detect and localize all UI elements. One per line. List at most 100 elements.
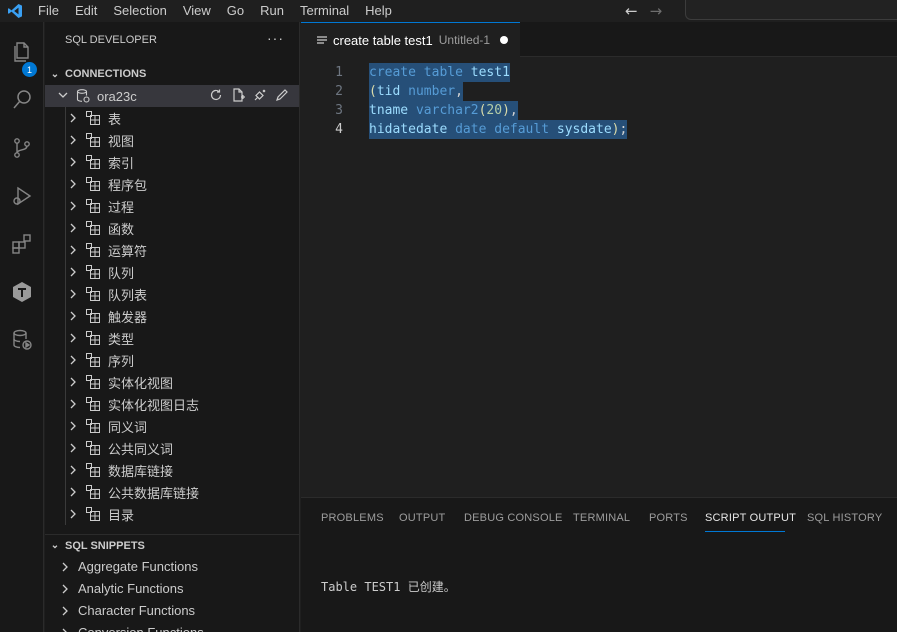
menu-item-selection[interactable]: Selection xyxy=(105,0,174,22)
db-object-icon xyxy=(85,264,101,280)
snippet-item[interactable]: Conversion Functions xyxy=(45,622,299,632)
db-object-icon xyxy=(85,330,101,346)
menu-item-file[interactable]: File xyxy=(30,0,67,22)
db-object-icon xyxy=(85,352,101,368)
extensions-icon[interactable] xyxy=(0,224,44,264)
database-icon[interactable] xyxy=(0,320,44,360)
title-bar: File Edit Selection View Go Run Terminal Help ←… xyxy=(0,0,897,22)
chevron-right-icon xyxy=(59,582,71,596)
indent-guide xyxy=(65,415,66,437)
editor-tabs: create table test1 Untitled-1 xyxy=(301,22,897,57)
tree-item[interactable]: 实体化视图日志 xyxy=(45,393,299,415)
chevron-right-icon xyxy=(59,604,71,618)
snippet-item[interactable]: Analytic Functions xyxy=(45,578,299,600)
back-arrow-icon[interactable]: ← xyxy=(625,2,638,20)
source-control-icon[interactable] xyxy=(0,128,44,168)
panel-tab-sql-history[interactable]: SQL HISTORY xyxy=(807,512,882,524)
panel-tab-script-output[interactable]: SCRIPT OUTPUT xyxy=(705,512,796,524)
tree-item-label: 数据库链接 xyxy=(108,465,174,480)
tree-item-label: 触发器 xyxy=(108,311,148,326)
menu-item-run[interactable]: Run xyxy=(252,0,292,22)
menu-bar: File Edit Selection View Go Run Terminal Help xyxy=(30,0,400,22)
edit-icon[interactable] xyxy=(274,87,290,103)
tree-item[interactable]: 程序包 xyxy=(45,173,299,195)
new-file-icon[interactable] xyxy=(230,87,246,103)
forward-arrow-icon[interactable]: → xyxy=(650,2,663,20)
panel-tab-ports[interactable]: PORTS xyxy=(649,512,688,524)
tree-item-label: 公共同义词 xyxy=(108,443,174,458)
tree-item[interactable]: 数据库链接 xyxy=(45,459,299,481)
tree-item[interactable]: 公共数据库链接 xyxy=(45,481,299,503)
active-tab-underline xyxy=(705,531,785,532)
tree-item-label: 运算符 xyxy=(108,245,148,260)
snippet-label: Conversion Functions xyxy=(78,625,204,632)
panel-tab-output[interactable]: OUTPUT xyxy=(399,512,445,524)
refresh-icon[interactable] xyxy=(208,87,224,103)
chevron-right-icon xyxy=(67,331,79,345)
command-center-search[interactable] xyxy=(685,0,897,20)
tree-item[interactable]: 队列表 xyxy=(45,283,299,305)
indent-guide xyxy=(65,239,66,261)
code-token: tid xyxy=(376,84,401,99)
disconnect-icon[interactable] xyxy=(252,87,268,103)
tree-item[interactable]: 索引 xyxy=(45,151,299,173)
search-icon[interactable] xyxy=(0,80,44,120)
more-actions-icon[interactable]: ··· xyxy=(267,30,284,46)
menu-item-terminal[interactable]: Terminal xyxy=(292,0,357,22)
chevron-right-icon xyxy=(67,111,79,125)
sql-developer-icon[interactable] xyxy=(0,272,44,312)
tree-item[interactable]: 同义词 xyxy=(45,415,299,437)
tree-item[interactable]: 目录 xyxy=(45,503,299,525)
sql-snippets-section-header[interactable]: ⌄ SQL SNIPPETS xyxy=(45,534,299,556)
db-object-icon xyxy=(85,440,101,456)
unsaved-dot-icon[interactable] xyxy=(500,36,508,44)
code-token: test1 xyxy=(470,65,510,80)
tree-item[interactable]: 公共同义词 xyxy=(45,437,299,459)
tree-item-label: 类型 xyxy=(108,333,135,348)
menu-item-go[interactable]: Go xyxy=(219,0,252,22)
connection-ora23c[interactable]: ora23c xyxy=(45,85,299,107)
menu-item-edit[interactable]: Edit xyxy=(67,0,105,22)
indent-guide xyxy=(65,151,66,173)
tree-item-label: 索引 xyxy=(108,157,135,172)
indent-guide xyxy=(65,107,66,129)
tree-item[interactable]: 队列 xyxy=(45,261,299,283)
indent-guide xyxy=(65,327,66,349)
tree-item[interactable]: 触发器 xyxy=(45,305,299,327)
line-number: 1 xyxy=(335,65,343,80)
files-icon[interactable]: 1 xyxy=(0,32,44,77)
chevron-right-icon xyxy=(67,309,79,323)
code-token: 20 xyxy=(486,103,503,118)
connections-section-header[interactable]: ⌄ CONNECTIONS xyxy=(45,63,299,85)
editor-tab-active[interactable]: create table test1 Untitled-1 xyxy=(301,22,520,57)
code-editor[interactable]: 1 create table test1 2 (tid number, 3 tname v… xyxy=(301,57,897,497)
tree-item[interactable]: 序列 xyxy=(45,349,299,371)
run-debug-icon[interactable] xyxy=(0,176,44,216)
tree-item[interactable]: 表 xyxy=(45,107,299,129)
tree-item[interactable]: 类型 xyxy=(45,327,299,349)
db-object-icon xyxy=(85,396,101,412)
tree-item[interactable]: 函数 xyxy=(45,217,299,239)
panel-tab-debug-console[interactable]: DEBUG CONSOLE xyxy=(464,512,563,524)
snippet-label: Aggregate Functions xyxy=(78,559,198,574)
menu-item-help[interactable]: Help xyxy=(357,0,400,22)
code-token: ) xyxy=(502,103,510,118)
tree-item[interactable]: 视图 xyxy=(45,129,299,151)
code-text: (tid number, xyxy=(369,82,463,101)
snippet-label: Character Functions xyxy=(78,603,196,618)
chevron-right-icon xyxy=(67,155,79,169)
tree-item[interactable]: 过程 xyxy=(45,195,299,217)
tree-item[interactable]: 实体化视图 xyxy=(45,371,299,393)
panel-tab-terminal[interactable]: TERMINAL xyxy=(573,512,630,524)
code-token: number xyxy=(408,84,456,99)
snippet-item[interactable]: Aggregate Functions xyxy=(45,556,299,578)
chevron-right-icon xyxy=(59,560,71,574)
snippet-item[interactable]: Character Functions xyxy=(45,600,299,622)
menu-item-view[interactable]: View xyxy=(175,0,219,22)
chevron-right-icon xyxy=(67,463,79,477)
sidebar-title: SQL DEVELOPER xyxy=(65,33,157,46)
tree-item[interactable]: 运算符 xyxy=(45,239,299,261)
panel-tab-problems[interactable]: PROBLEMS xyxy=(321,512,384,524)
